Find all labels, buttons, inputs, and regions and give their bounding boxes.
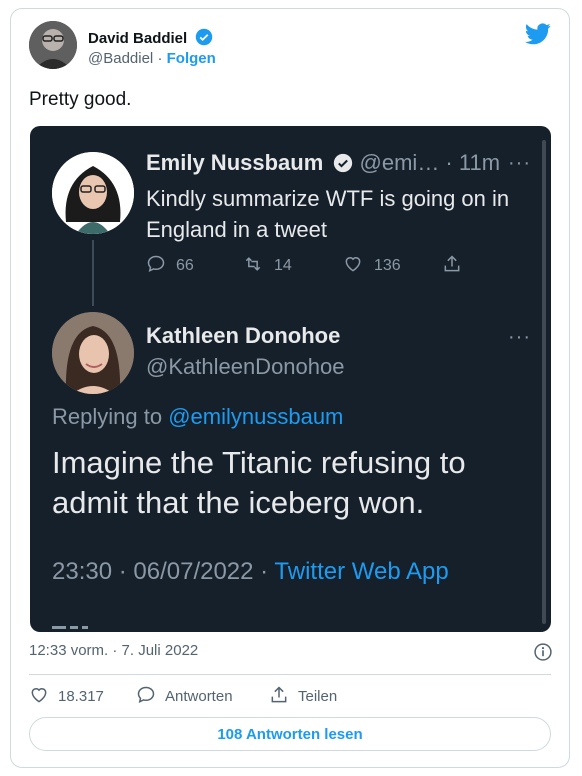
heart-icon <box>345 257 361 272</box>
like-count: 18.317 <box>58 688 104 705</box>
heart-icon <box>31 688 47 703</box>
reply-icon <box>137 686 155 703</box>
follow-button[interactable]: Folgen <box>167 50 216 67</box>
more-options-icon: ··· <box>508 152 531 174</box>
kathleen-name: Kathleen Donohoe <box>146 323 341 348</box>
twitter-bird-icon[interactable] <box>525 23 551 50</box>
thread-connector <box>92 240 94 306</box>
read-replies-button[interactable]: 108 Antworten lesen <box>29 717 551 751</box>
more-options-icon: ··· <box>508 326 531 348</box>
emily-tweet-text: Kindly summarize WTF is going on in Engl… <box>146 186 510 242</box>
like-count: 136 <box>342 254 401 275</box>
tweet-timestamp[interactable]: 12:33 vorm. · 7. Juli 2022 <box>29 642 198 659</box>
author-avatar[interactable] <box>29 21 77 69</box>
kathleen-avatar <box>52 312 134 394</box>
author-handle[interactable]: @Baddiel <box>88 50 153 67</box>
author-handle-line: @Baddiel · Folgen <box>88 50 216 67</box>
kathleen-timestamp-line: 23:30 · 06/07/2022 · Twitter Web App <box>52 558 449 585</box>
tweet-card: David Baddiel @Baddiel · Folgen Pretty g… <box>10 8 570 768</box>
info-icon[interactable] <box>533 642 553 667</box>
scrollbar <box>542 140 546 624</box>
share-icon <box>271 686 287 703</box>
reply-button[interactable]: Antworten <box>136 685 233 705</box>
kathleen-tweet-text: Imagine the Titanic refusing to admit th… <box>52 445 466 520</box>
emily-handle-time: @emi… · 11m <box>359 150 501 175</box>
author-name[interactable]: David Baddiel <box>88 28 213 50</box>
tweet-source: Twitter Web App <box>274 558 449 585</box>
emily-name-line: Emily Nussbaum @emi… · 11m <box>146 150 500 179</box>
divider <box>29 674 551 675</box>
embedded-screenshot[interactable]: Emily Nussbaum @emi… · 11m ··· Kindly su… <box>30 126 551 632</box>
like-button[interactable]: 18.317 <box>29 685 104 705</box>
emily-avatar <box>52 152 134 234</box>
tweet-text: Pretty good. <box>29 89 132 110</box>
verified-badge-icon <box>333 153 353 179</box>
tweet-actions: 18.317 Antworten Teilen <box>29 685 549 709</box>
replying-to-line: Replying to @emilynussbaum <box>52 404 344 429</box>
reply-count: 66 <box>146 254 194 275</box>
share-button[interactable]: Teilen <box>269 685 337 705</box>
retweet-count: 14 <box>242 254 292 275</box>
verified-badge-icon <box>195 28 213 50</box>
kathleen-handle: @KathleenDonohoe <box>146 354 345 379</box>
replying-to-handle: @emilynussbaum <box>168 404 344 429</box>
share-icon <box>442 254 472 275</box>
separator: · <box>157 50 163 67</box>
retweet-icon <box>245 257 261 271</box>
reply-icon <box>147 255 165 272</box>
cropped-text-fragment <box>52 626 88 629</box>
